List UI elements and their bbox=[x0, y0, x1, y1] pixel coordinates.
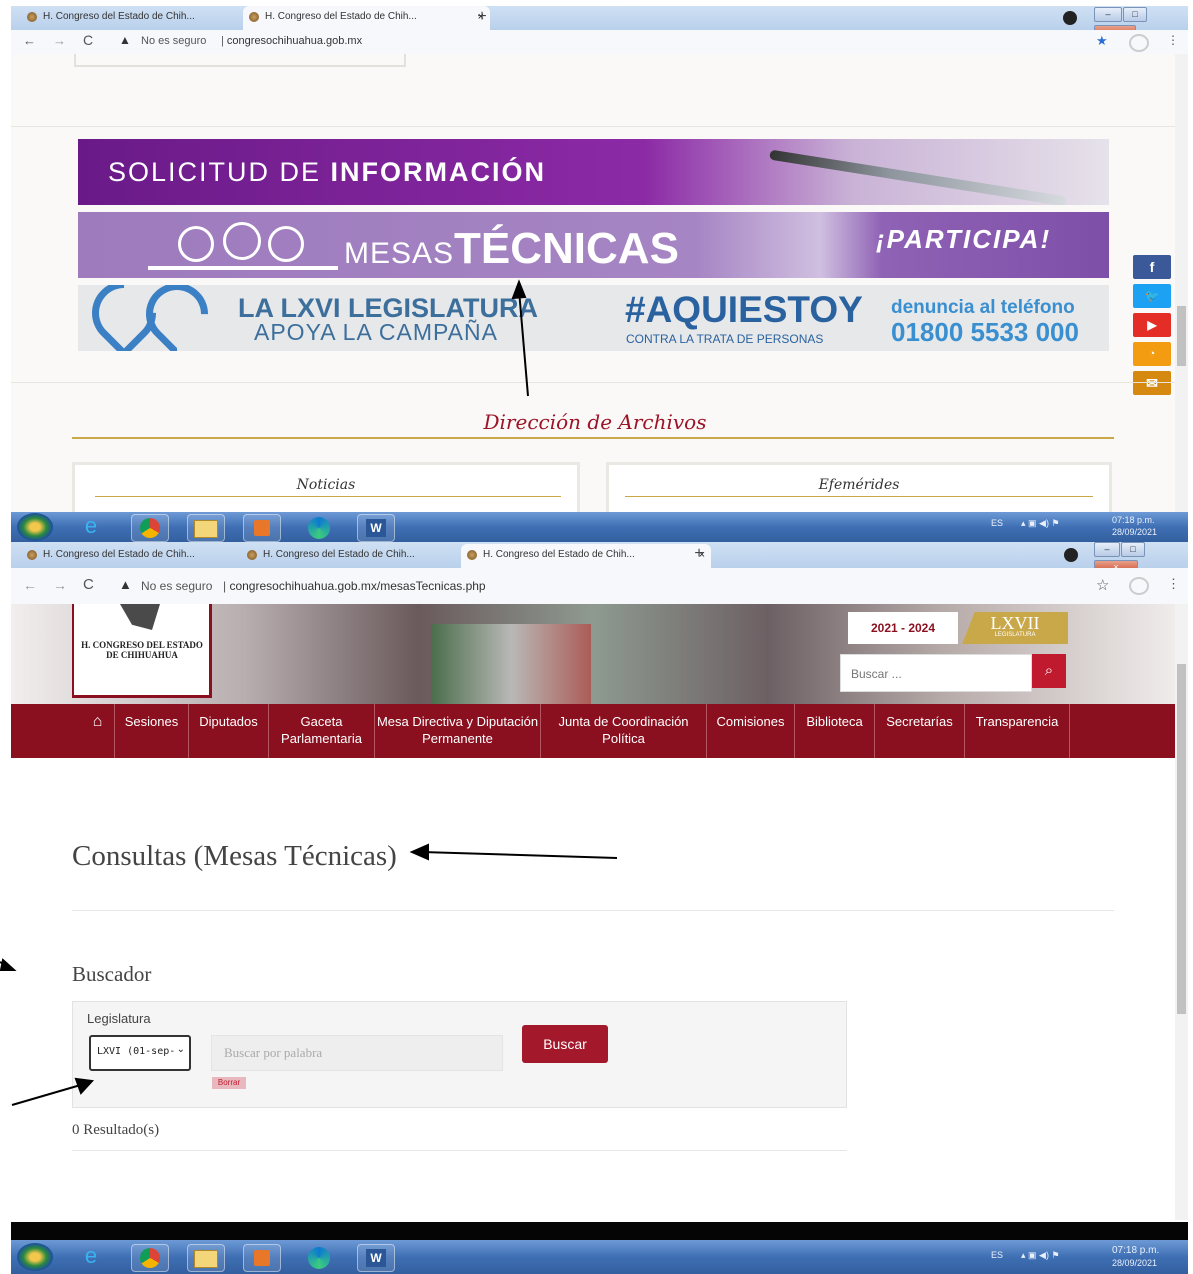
arrowhead-select bbox=[74, 1077, 95, 1095]
arrow-to-page-title bbox=[421, 851, 618, 859]
arrowhead-buscador bbox=[0, 958, 17, 971]
arrowhead-mesas bbox=[511, 279, 527, 300]
arrowhead-title bbox=[409, 843, 429, 861]
annotation-arrows bbox=[0, 279, 618, 1106]
arrow-to-mesas-banner bbox=[518, 289, 529, 397]
arrow-to-legislatura-select bbox=[11, 1083, 85, 1106]
